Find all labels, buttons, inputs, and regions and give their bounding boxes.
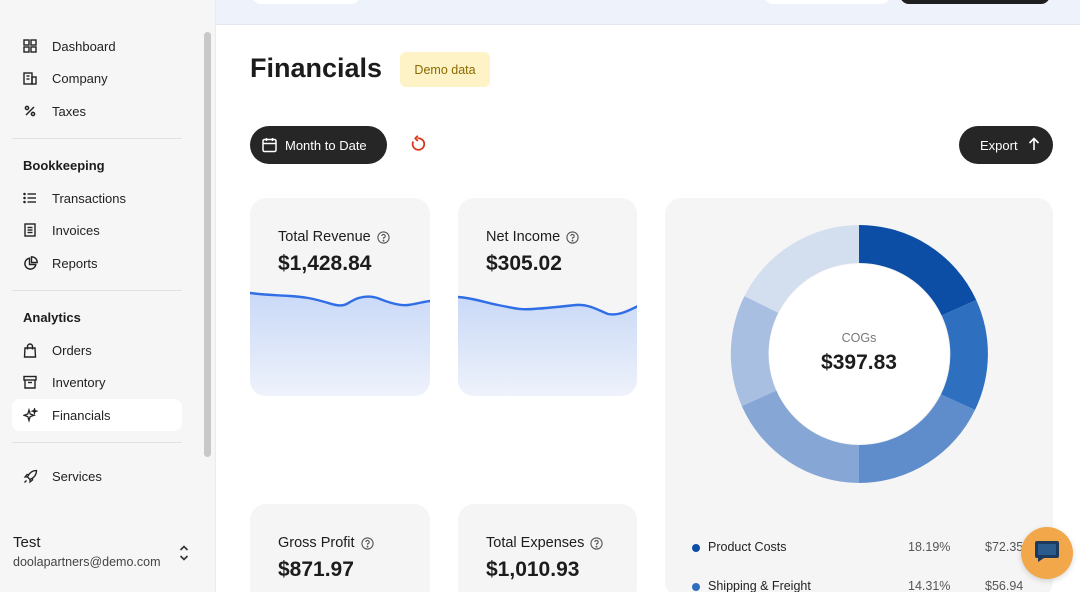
legend-name: Shipping & Freight bbox=[708, 579, 811, 592]
archive-box-icon bbox=[21, 373, 39, 391]
page-title: Financials bbox=[250, 53, 383, 83]
list-icon bbox=[21, 189, 39, 207]
shopping-bag-icon bbox=[21, 341, 39, 359]
card-label-text: Net Income bbox=[486, 229, 561, 245]
user-email: doolapartners@demo.com bbox=[13, 555, 161, 569]
top-bar-control[interactable] bbox=[764, 0, 890, 4]
cogs-card: COGs $397.83 Product Costs 18.19% $72.35… bbox=[665, 198, 1053, 592]
sidebar-item-inventory[interactable]: Inventory bbox=[12, 366, 182, 398]
sidebar-item-label: Invoices bbox=[52, 222, 100, 238]
help-icon[interactable] bbox=[590, 536, 603, 550]
legend-name: Product Costs bbox=[708, 540, 787, 554]
help-icon[interactable] bbox=[566, 230, 579, 244]
top-bar-button[interactable] bbox=[900, 0, 1050, 4]
cogs-value: $397.83 bbox=[821, 351, 897, 374]
legend-dot bbox=[692, 583, 700, 591]
top-bar bbox=[216, 0, 1080, 25]
sidebar-item-label: Dashboard bbox=[52, 38, 116, 54]
user-name: Test bbox=[13, 534, 41, 551]
legend-amount: $56.94 bbox=[985, 579, 1024, 592]
legend-percent: 18.19% bbox=[908, 540, 951, 554]
rocket-icon bbox=[21, 467, 39, 485]
sidebar-item-company[interactable]: Company bbox=[12, 62, 182, 94]
total-expenses-card[interactable]: Total Expenses $1,010.93 bbox=[458, 504, 637, 592]
legend-percent: 14.31% bbox=[908, 579, 951, 592]
legend-row-product-costs[interactable]: Product Costs 18.19% $72.35 bbox=[692, 538, 1053, 558]
sidebar-item-label: Financials bbox=[52, 407, 111, 423]
card-label: Net Income bbox=[486, 229, 579, 245]
sidebar-item-taxes[interactable]: Taxes bbox=[12, 95, 182, 127]
reset-button[interactable] bbox=[405, 133, 431, 159]
card-label: Gross Profit bbox=[278, 535, 374, 551]
revenue-sparkline bbox=[250, 291, 430, 396]
sidebar-item-label: Company bbox=[52, 70, 108, 86]
sidebar-item-label: Orders bbox=[52, 342, 92, 358]
card-value: $305.02 bbox=[486, 252, 562, 275]
chevron-up-down-icon bbox=[176, 544, 192, 562]
sidebar-divider bbox=[12, 442, 182, 443]
legend-row-shipping-freight[interactable]: Shipping & Freight 14.31% $56.94 bbox=[692, 577, 1053, 592]
help-icon[interactable] bbox=[360, 536, 374, 550]
section-title-analytics: Analytics bbox=[23, 310, 81, 325]
net-income-sparkline bbox=[458, 295, 637, 396]
sidebar-nav: Dashboard Company Taxes Bookkeeping Tran… bbox=[0, 0, 200, 512]
card-label-text: Total Revenue bbox=[278, 229, 371, 245]
sidebar-item-label: Taxes bbox=[52, 103, 86, 119]
sidebar-item-label: Reports bbox=[52, 255, 98, 271]
invoice-icon bbox=[21, 221, 39, 239]
card-label-text: Gross Profit bbox=[278, 535, 355, 551]
sidebar-item-orders[interactable]: Orders bbox=[12, 334, 182, 366]
sidebar-divider bbox=[12, 290, 182, 291]
percent-icon bbox=[21, 102, 39, 120]
export-label: Export bbox=[980, 137, 1018, 153]
sidebar-scrollbar[interactable] bbox=[204, 32, 211, 457]
sidebar-item-financials[interactable]: Financials bbox=[12, 399, 182, 431]
chat-launcher-button[interactable] bbox=[1021, 527, 1073, 579]
sidebar-divider bbox=[12, 138, 182, 139]
sparkles-icon bbox=[21, 406, 39, 424]
card-label: Total Expenses bbox=[486, 535, 603, 551]
refresh-icon bbox=[409, 134, 427, 158]
net-income-card[interactable]: Net Income $305.02 bbox=[458, 198, 637, 396]
gross-profit-card[interactable]: Gross Profit $871.97 bbox=[250, 504, 430, 592]
date-range-button[interactable]: Month to Date bbox=[250, 126, 387, 164]
card-label: Total Revenue bbox=[278, 229, 390, 245]
sidebar-item-label: Services bbox=[52, 468, 102, 484]
card-value: $871.97 bbox=[278, 558, 354, 581]
sidebar-item-transactions[interactable]: Transactions bbox=[12, 182, 182, 214]
section-title-bookkeeping: Bookkeeping bbox=[23, 158, 105, 173]
sidebar: Dashboard Company Taxes Bookkeeping Tran… bbox=[0, 0, 216, 592]
card-value: $1,010.93 bbox=[486, 558, 580, 581]
grid-icon bbox=[21, 37, 39, 55]
legend-dot bbox=[692, 544, 700, 552]
sidebar-item-reports[interactable]: Reports bbox=[12, 247, 182, 279]
card-value: $1,428.84 bbox=[278, 252, 372, 275]
user-account-switcher[interactable]: Test doolapartners@demo.com bbox=[0, 512, 215, 592]
sidebar-item-label: Transactions bbox=[52, 190, 126, 206]
card-label-text: Total Expenses bbox=[486, 535, 585, 551]
demo-data-badge: Demo data bbox=[400, 52, 490, 87]
arrow-up-icon bbox=[1028, 136, 1040, 154]
sidebar-item-services[interactable]: Services bbox=[12, 460, 182, 492]
calendar-icon bbox=[262, 137, 277, 153]
sidebar-item-invoices[interactable]: Invoices bbox=[12, 214, 182, 246]
pie-chart-icon bbox=[21, 254, 39, 272]
help-icon[interactable] bbox=[377, 230, 390, 244]
total-revenue-card[interactable]: Total Revenue $1,428.84 bbox=[250, 198, 430, 396]
date-range-label: Month to Date bbox=[285, 137, 367, 153]
export-button[interactable]: Export bbox=[959, 126, 1053, 164]
top-bar-control[interactable] bbox=[252, 0, 360, 4]
cogs-label: COGs bbox=[841, 331, 877, 345]
building-icon bbox=[21, 69, 39, 87]
sidebar-item-label: Inventory bbox=[52, 374, 106, 390]
chat-bubble-icon bbox=[1034, 539, 1060, 568]
legend-amount: $72.35 bbox=[985, 540, 1024, 554]
sidebar-item-dashboard[interactable]: Dashboard bbox=[12, 30, 182, 62]
